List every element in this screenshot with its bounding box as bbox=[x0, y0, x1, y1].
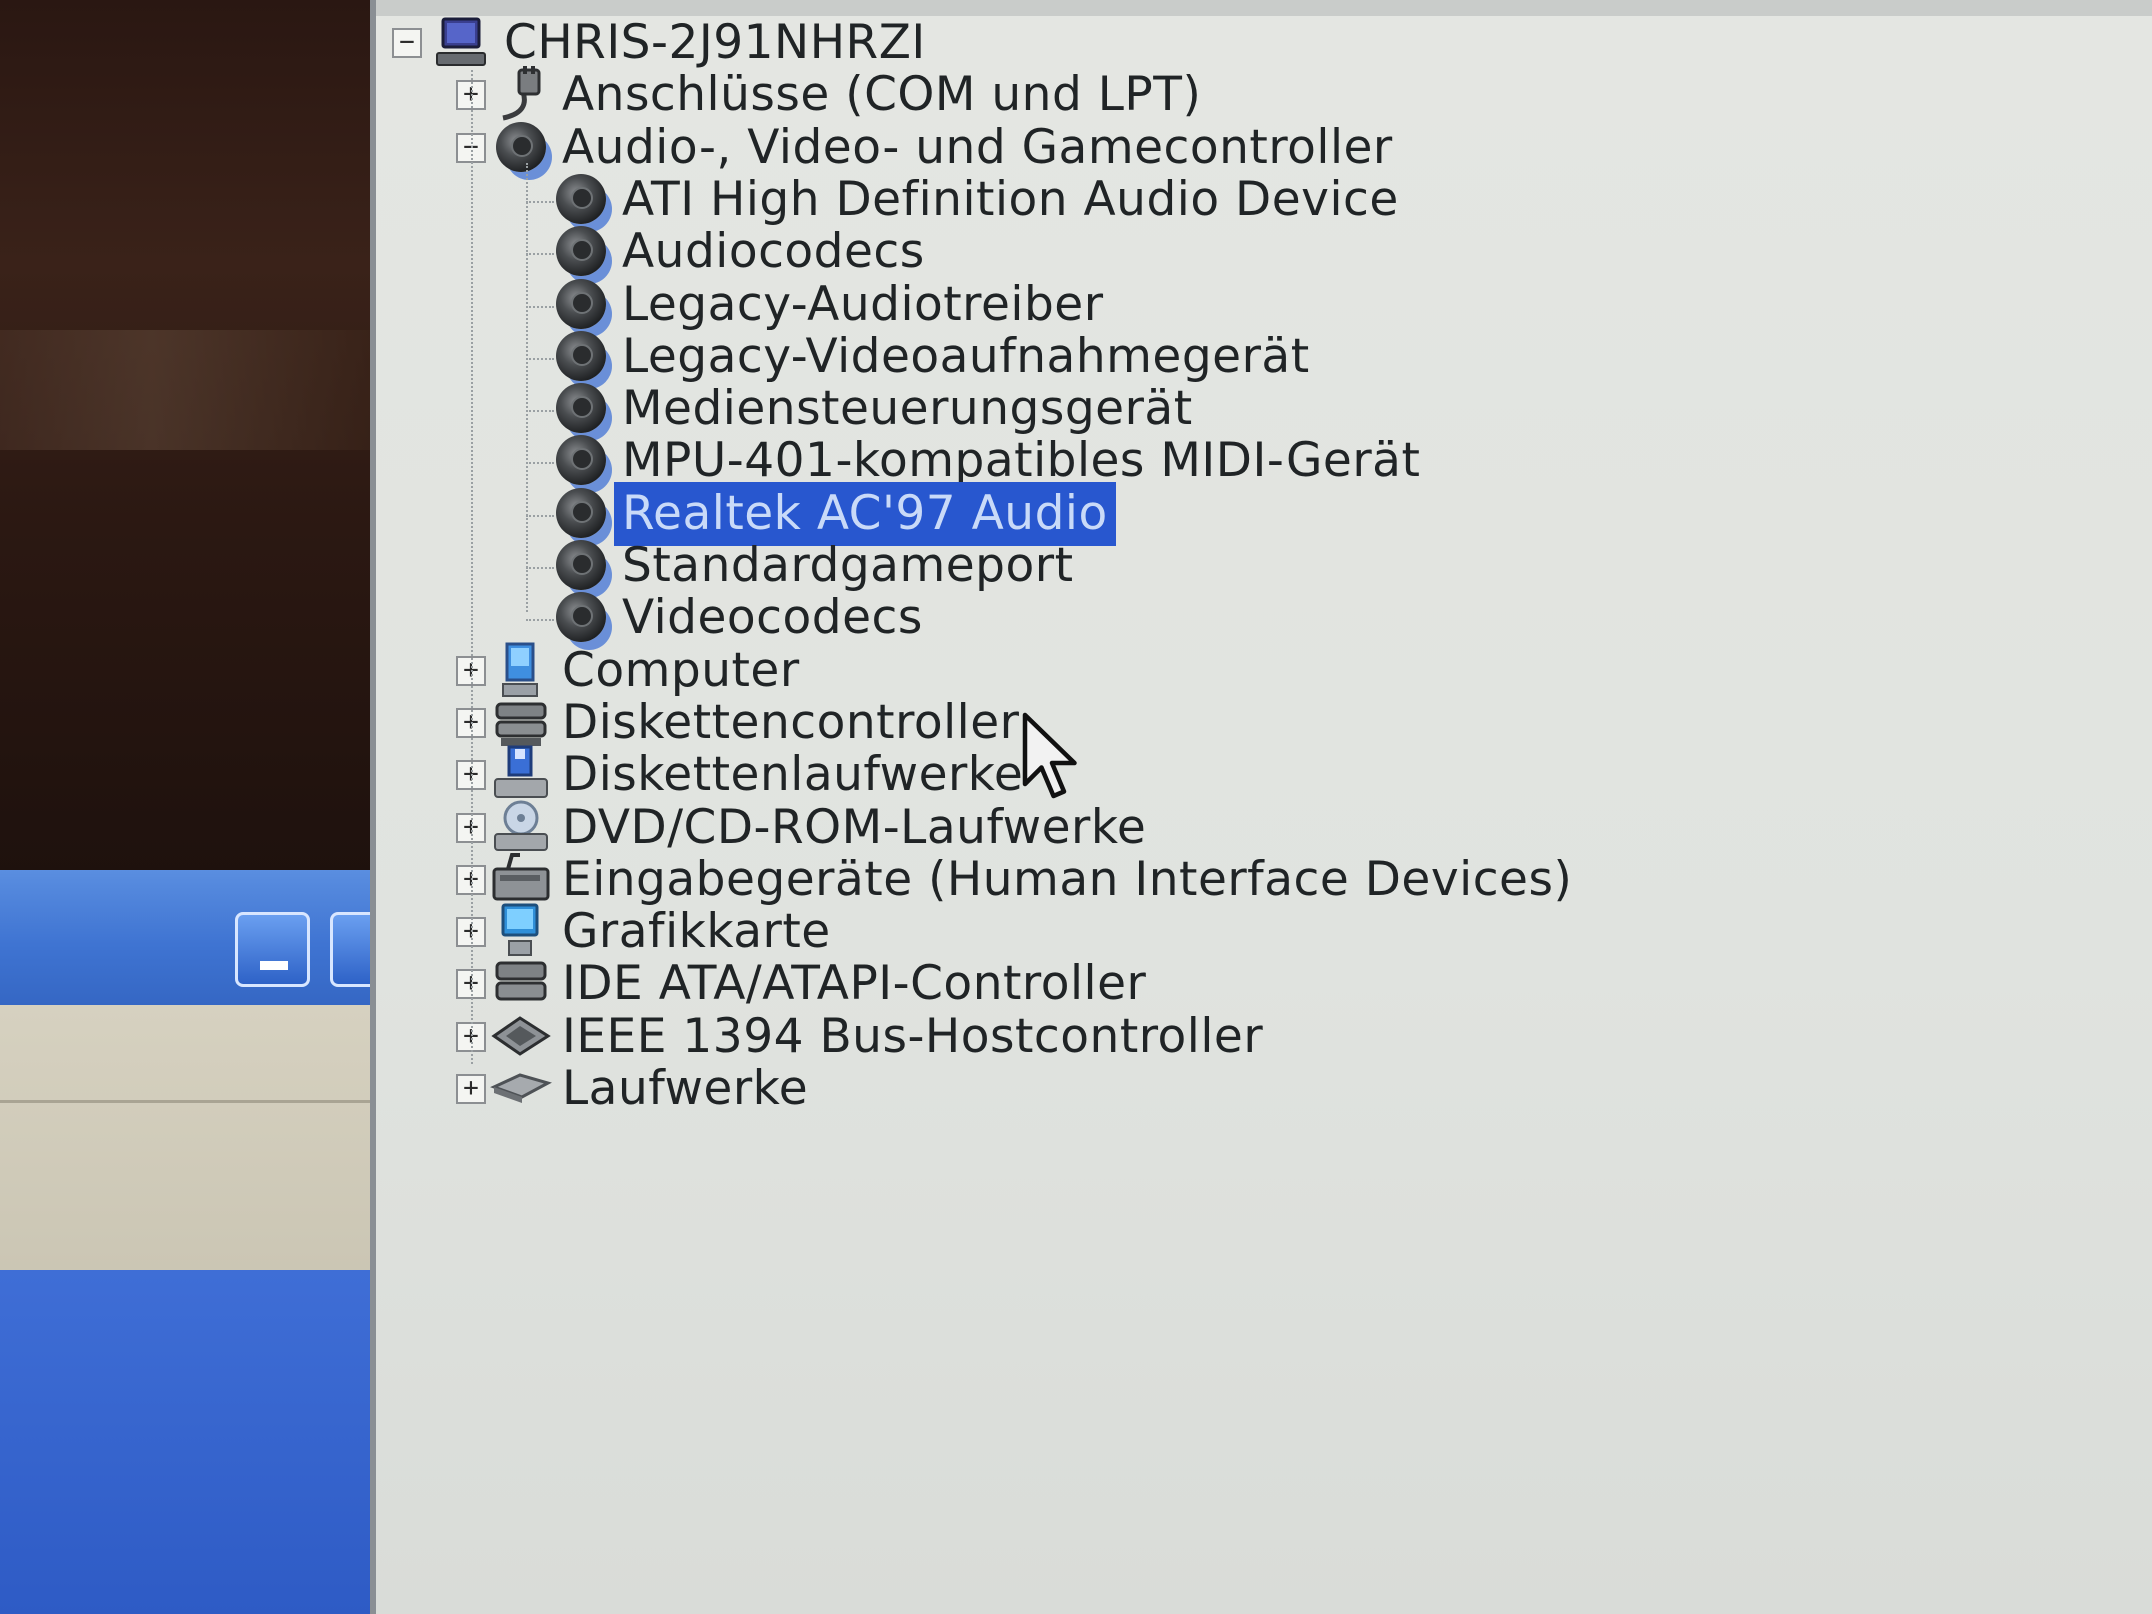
collapse-icon[interactable]: − bbox=[392, 28, 422, 58]
tree-connector bbox=[526, 357, 554, 360]
tree-connector bbox=[526, 305, 554, 308]
background-panel-divider bbox=[0, 1100, 380, 1103]
device-manager-tree-pane[interactable]: − CHRIS-2J91NHRZI + Anschlüsse (COM und LPT… bbox=[370, 0, 2152, 1614]
background-window-panel bbox=[0, 1005, 380, 1270]
tree-connector bbox=[526, 462, 554, 465]
tree-item-label[interactable]: Laufwerke bbox=[554, 1057, 816, 1121]
disk-drive-icon bbox=[488, 1058, 554, 1118]
tree-connector bbox=[526, 253, 554, 256]
tree-connector bbox=[526, 567, 554, 569]
minimize-button[interactable] bbox=[235, 912, 310, 987]
background-desktop bbox=[0, 1270, 380, 1614]
tree-connector bbox=[526, 514, 554, 517]
tree-connector bbox=[526, 162, 528, 613]
tree-connector bbox=[526, 619, 554, 622]
tree-connector bbox=[471, 70, 473, 1064]
background-window-titlebar[interactable] bbox=[0, 870, 380, 1005]
expand-icon[interactable]: + bbox=[456, 1074, 486, 1104]
background-photo-detail bbox=[0, 330, 380, 450]
tree-connector bbox=[526, 410, 554, 413]
background-window bbox=[0, 0, 380, 1614]
tree-connector bbox=[526, 200, 554, 203]
tree-category-item[interactable]: + Laufwerke bbox=[376, 1056, 2076, 1122]
device-tree[interactable]: − CHRIS-2J91NHRZI + Anschlüsse (COM und LPT… bbox=[376, 0, 2152, 1614]
